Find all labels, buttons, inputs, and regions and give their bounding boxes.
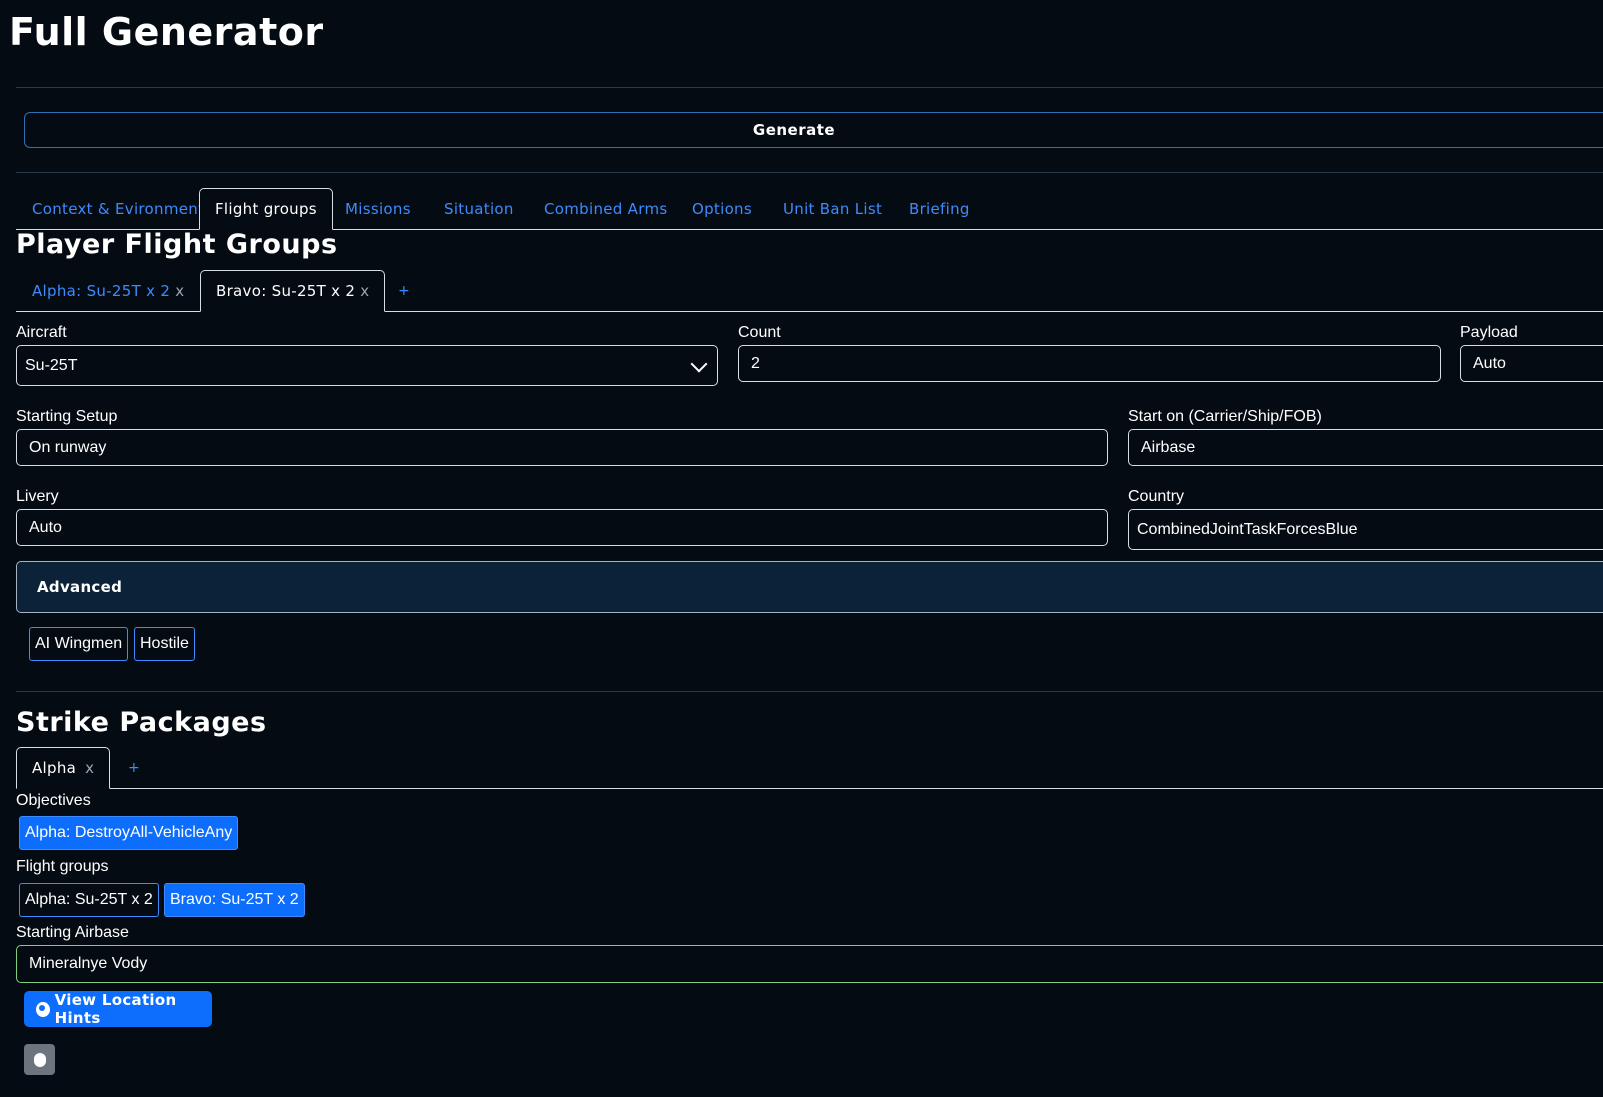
- aircraft-label: Aircraft: [16, 324, 67, 341]
- player-flight-groups-heading: Player Flight Groups: [16, 229, 338, 260]
- tab-briefing[interactable]: Briefing: [909, 188, 970, 229]
- tab-missions[interactable]: Missions: [345, 188, 411, 229]
- page-title: Full Generator: [9, 10, 324, 54]
- flight-group-tab-bar: Alpha: Su-25T x 2 x Bravo: Su-25T x 2 x …: [16, 270, 1603, 312]
- tab-label: Alpha: [32, 759, 77, 777]
- flight-group-chip-alpha[interactable]: Alpha: Su-25T x 2: [19, 883, 159, 917]
- tab-flight-group-bravo[interactable]: Bravo: Su-25T x 2 x: [200, 270, 386, 312]
- payload-label: Payload: [1460, 324, 1518, 341]
- close-icon[interactable]: x: [360, 282, 369, 300]
- globe-icon: [36, 1001, 50, 1017]
- aircraft-value: Su-25T: [25, 356, 78, 374]
- starting-setup-label: Starting Setup: [16, 408, 118, 425]
- livery-input[interactable]: Auto: [16, 509, 1108, 546]
- country-label: Country: [1128, 488, 1185, 505]
- hints-label: View Location Hints: [54, 991, 177, 1027]
- start-on-label: Start on (Carrier/Ship/FOB): [1128, 408, 1322, 425]
- starting-airbase-input[interactable]: Mineralnye Vody: [16, 945, 1603, 983]
- livery-label: Livery: [16, 488, 59, 505]
- count-input[interactable]: 2: [738, 345, 1441, 382]
- strike-package-tab-bar: Alpha x +: [16, 747, 1603, 789]
- objectives-label: Objectives: [16, 792, 91, 809]
- add-strike-package-button[interactable]: +: [128, 747, 140, 788]
- tab-options[interactable]: Options: [692, 188, 752, 229]
- start-on-input[interactable]: Airbase: [1128, 429, 1603, 466]
- tab-situation[interactable]: Situation: [444, 188, 514, 229]
- strike-packages-heading: Strike Packages: [16, 707, 267, 738]
- bug-icon: [33, 1052, 46, 1067]
- starting-setup-input[interactable]: On runway: [16, 429, 1108, 466]
- tab-flight-group-alpha[interactable]: Alpha: Su-25T x 2 x: [32, 270, 184, 311]
- tab-combined-arms[interactable]: Combined Arms: [544, 188, 667, 229]
- generate-button[interactable]: Generate: [24, 112, 1603, 148]
- main-tab-bar: Context & Evironment Flight groups Missi…: [16, 188, 1603, 230]
- close-icon[interactable]: x: [175, 282, 184, 300]
- divider: [16, 691, 1603, 692]
- view-location-hints-button[interactable]: View Location Hints: [24, 991, 212, 1027]
- payload-input[interactable]: Auto: [1460, 345, 1603, 382]
- add-flight-group-button[interactable]: +: [398, 270, 410, 311]
- tab-unit-ban-list[interactable]: Unit Ban List: [783, 188, 882, 229]
- chevron-down-icon: [690, 355, 708, 372]
- objective-chip[interactable]: Alpha: DestroyAll-VehicleAny: [19, 816, 239, 850]
- flight-groups-label: Flight groups: [16, 858, 109, 875]
- country-select[interactable]: CombinedJointTaskForcesBlue: [1128, 509, 1603, 550]
- flight-group-chip-bravo[interactable]: Bravo: Su-25T x 2: [164, 883, 305, 917]
- aircraft-select[interactable]: Su-25T: [16, 345, 718, 386]
- close-icon[interactable]: x: [85, 759, 94, 777]
- ai-wingmen-toggle[interactable]: AI Wingmen: [29, 627, 129, 661]
- tab-label: Bravo: Su-25T x 2: [216, 282, 356, 300]
- tab-flight-groups[interactable]: Flight groups: [199, 188, 333, 230]
- divider: [16, 87, 1603, 88]
- tab-strike-package-alpha[interactable]: Alpha x: [16, 747, 111, 789]
- hostile-toggle[interactable]: Hostile: [134, 627, 195, 661]
- tab-label: Alpha: Su-25T x 2: [32, 281, 171, 300]
- debug-button[interactable]: [24, 1044, 55, 1075]
- divider: [16, 172, 1603, 173]
- tab-context-environment[interactable]: Context & Evironment: [32, 188, 204, 229]
- count-label: Count: [738, 324, 781, 341]
- starting-airbase-label: Starting Airbase: [16, 924, 129, 941]
- advanced-accordion[interactable]: Advanced: [16, 561, 1603, 613]
